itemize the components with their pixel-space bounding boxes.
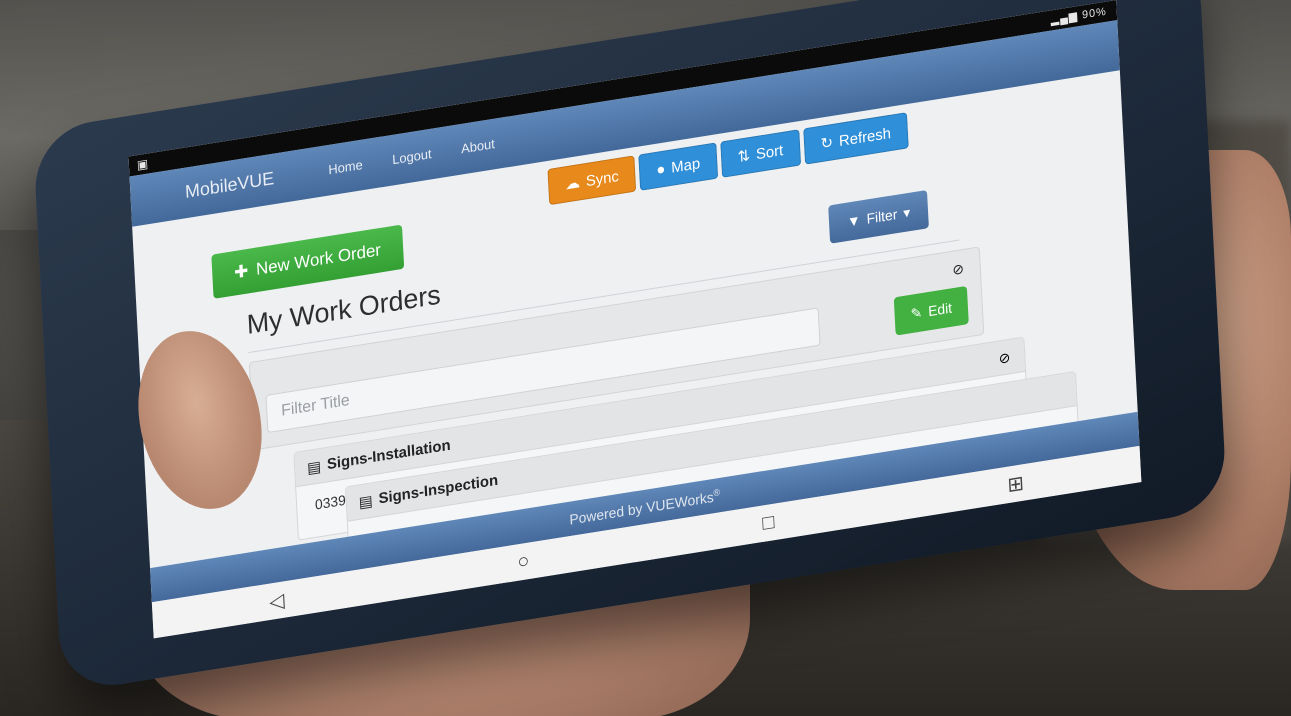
caret-down-icon: ▾	[902, 203, 911, 221]
new-work-order-button[interactable]: ✚ New Work Order	[211, 224, 404, 299]
tablet-screen: ▣ ▂▄▆ 90% MobileVUE Home Logout About ☁ …	[128, 0, 1142, 639]
sync-button[interactable]: ☁ Sync	[547, 155, 637, 206]
signal-icon: ▂▄▆	[1050, 10, 1079, 27]
registered-mark: ®	[713, 487, 721, 499]
filter-button[interactable]: ▼ Filter ▾	[828, 189, 929, 244]
back-icon[interactable]: ◁	[269, 587, 286, 615]
brand-link[interactable]: MobileVUE	[185, 168, 275, 203]
app-notification-icon: ▣	[136, 156, 149, 173]
refresh-icon: ↻	[820, 134, 834, 154]
ban-icon[interactable]: ⊘	[952, 260, 964, 279]
split-screen-icon[interactable]: ⊞	[1007, 470, 1025, 498]
new-work-order-label: New Work Order	[255, 240, 382, 279]
nav-logout[interactable]: Logout	[392, 146, 432, 167]
pencil-icon: ✎	[910, 303, 923, 322]
plus-icon: ✚	[233, 261, 249, 283]
sort-icon: ⇅	[737, 147, 751, 167]
map-label: Map	[670, 154, 701, 177]
edit-button[interactable]: ✎ Edit	[893, 285, 969, 336]
sort-button[interactable]: ⇅ Sort	[719, 129, 801, 178]
nav-home[interactable]: Home	[328, 157, 363, 177]
refresh-button[interactable]: ↻ Refresh	[802, 112, 909, 165]
edit-label: Edit	[927, 299, 953, 320]
sync-label: Sync	[585, 167, 620, 190]
filter-label: Filter	[866, 205, 898, 227]
cloud-sync-icon: ☁	[564, 174, 581, 194]
refresh-label: Refresh	[838, 124, 892, 150]
map-button[interactable]: ● Map	[638, 142, 718, 191]
ban-icon[interactable]: ⊘	[998, 349, 1010, 368]
home-circle-icon[interactable]: ○	[517, 549, 530, 574]
nav-about[interactable]: About	[461, 136, 495, 156]
list-icon: ▤	[358, 491, 374, 512]
sort-label: Sort	[755, 141, 784, 163]
nav-links: Home Logout About	[328, 136, 495, 177]
globe-icon: ●	[655, 160, 666, 179]
funnel-icon: ▼	[846, 211, 862, 230]
recents-icon[interactable]: □	[762, 510, 775, 535]
battery-text: 90%	[1081, 5, 1108, 22]
list-icon: ▤	[306, 457, 322, 477]
